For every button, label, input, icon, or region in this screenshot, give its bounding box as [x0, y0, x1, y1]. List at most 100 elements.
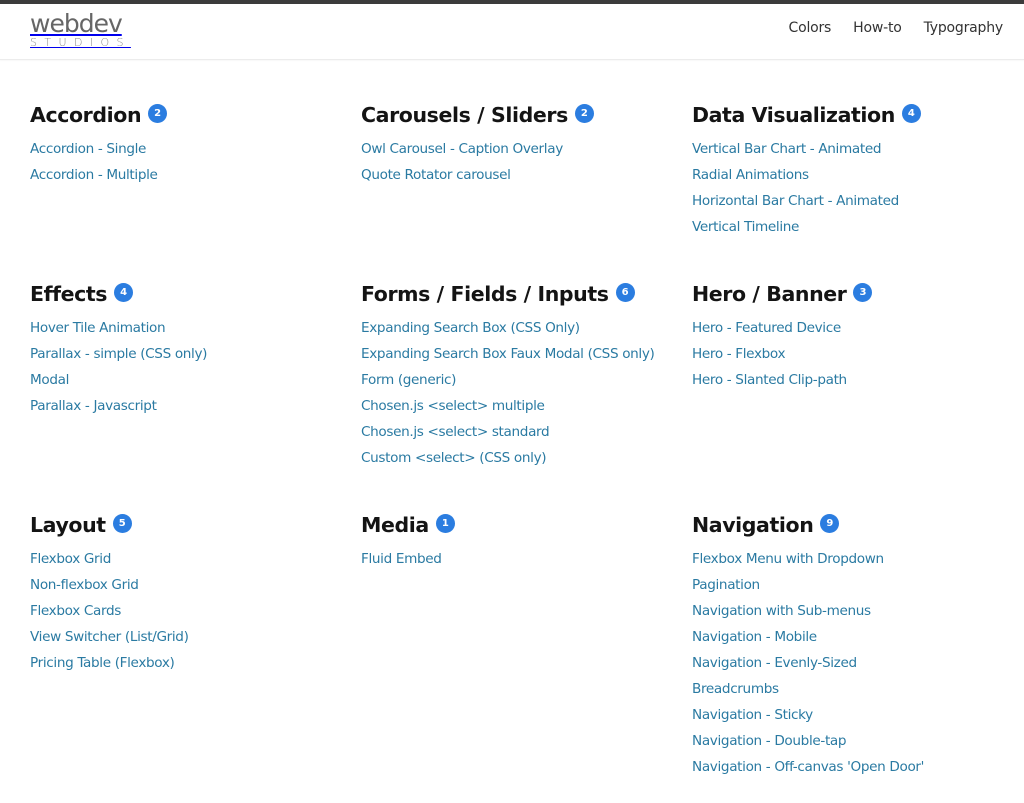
section-header: Media 1 [361, 508, 692, 542]
section-title: Media [361, 513, 429, 537]
component-link[interactable]: Non-flexbox Grid [30, 577, 139, 593]
component-link[interactable]: Pricing Table (Flexbox) [30, 655, 175, 671]
list-item: Form (generic) [361, 366, 692, 392]
list-item: Quote Rotator carousel [361, 161, 692, 187]
count-badge: 4 [901, 103, 921, 123]
section-header: Forms / Fields / Inputs 6 [361, 277, 692, 311]
component-link[interactable]: Custom <select> (CSS only) [361, 450, 547, 466]
component-link[interactable]: Hero - Flexbox [692, 346, 786, 362]
component-link[interactable]: Owl Carousel - Caption Overlay [361, 141, 563, 157]
component-link[interactable]: Hero - Slanted Clip-path [692, 372, 847, 388]
list-item: Horizontal Bar Chart - Animated [692, 187, 1010, 213]
component-link[interactable]: Accordion - Multiple [30, 167, 158, 183]
component-link[interactable]: Breadcrumbs [692, 681, 779, 697]
link-list: Owl Carousel - Caption Overlay Quote Rota… [361, 135, 692, 187]
list-item: Parallax - simple (CSS only) [30, 340, 361, 366]
section-title: Data Visualization [692, 103, 895, 127]
count-badge: 9 [820, 513, 840, 533]
list-item: Accordion - Single [30, 135, 361, 161]
component-link[interactable]: Form (generic) [361, 372, 456, 388]
component-link[interactable]: Flexbox Menu with Dropdown [692, 551, 884, 567]
component-link[interactable]: Chosen.js <select> multiple [361, 398, 545, 414]
list-item: Vertical Timeline [692, 213, 1010, 239]
link-list: Hero - Featured Device Hero - Flexbox Hero… [692, 314, 1010, 392]
component-link[interactable]: Navigation - Sticky [692, 707, 813, 723]
list-item: Hero - Featured Device [692, 314, 1010, 340]
section-header: Carousels / Sliders 2 [361, 98, 692, 132]
section-title: Effects [30, 282, 108, 306]
nav-link-colors[interactable]: Colors [789, 20, 832, 36]
list-item: Chosen.js <select> multiple [361, 392, 692, 418]
list-item: Breadcrumbs [692, 675, 1010, 701]
section-layout: Layout 5 Flexbox Grid Non-flexbox Grid Flexb… [30, 508, 361, 779]
component-link[interactable]: Flexbox Grid [30, 551, 111, 567]
component-link[interactable]: Parallax - Javascript [30, 398, 157, 414]
section-header: Effects 4 [30, 277, 361, 311]
list-item: Navigation - Evenly-Sized [692, 649, 1010, 675]
list-item: Expanding Search Box (CSS Only) [361, 314, 692, 340]
component-link[interactable]: Expanding Search Box Faux Modal (CSS onl… [361, 346, 655, 362]
component-link[interactable]: Parallax - simple (CSS only) [30, 346, 207, 362]
count-badge: 3 [853, 282, 873, 302]
count-badge: 6 [615, 282, 635, 302]
component-link[interactable]: Accordion - Single [30, 141, 146, 157]
list-item: View Switcher (List/Grid) [30, 623, 361, 649]
section-header: Accordion 2 [30, 98, 361, 132]
list-item: Non-flexbox Grid [30, 571, 361, 597]
list-item: Hero - Slanted Clip-path [692, 366, 1010, 392]
section-carousels-sliders: Carousels / Sliders 2 Owl Carousel - Capti… [361, 98, 692, 277]
component-link[interactable]: Navigation - Mobile [692, 629, 817, 645]
list-item: Chosen.js <select> standard [361, 418, 692, 444]
nav-link-how-to[interactable]: How-to [853, 20, 902, 36]
component-link[interactable]: Navigation - Double-tap [692, 733, 847, 749]
component-link[interactable]: Hover Tile Animation [30, 320, 166, 336]
component-link[interactable]: Navigation - Off-canvas 'Open Door' [692, 759, 924, 775]
link-list: Flexbox Menu with Dropdown Pagination Navi… [692, 545, 1010, 779]
list-item: Flexbox Menu with Dropdown [692, 545, 1010, 571]
component-link[interactable]: Expanding Search Box (CSS Only) [361, 320, 580, 336]
list-item: Parallax - Javascript [30, 392, 361, 418]
component-link[interactable]: Vertical Bar Chart - Animated [692, 141, 881, 157]
list-item: Accordion - Multiple [30, 161, 361, 187]
section-header: Hero / Banner 3 [692, 277, 1010, 311]
component-link[interactable]: Chosen.js <select> standard [361, 424, 550, 440]
count-badge: 5 [112, 513, 132, 533]
component-link[interactable]: Radial Animations [692, 167, 809, 183]
component-link[interactable]: Navigation with Sub-menus [692, 603, 871, 619]
section-effects: Effects 4 Hover Tile Animation Parallax - s… [30, 277, 361, 508]
list-item: Hero - Flexbox [692, 340, 1010, 366]
component-link[interactable]: Fluid Embed [361, 551, 442, 567]
section-title: Hero / Banner [692, 282, 847, 306]
link-list: Hover Tile Animation Parallax - simple (C… [30, 314, 361, 418]
primary-nav: Colors How-to Typography [789, 20, 1004, 36]
count-badge: 4 [114, 282, 134, 302]
section-title: Layout [30, 513, 106, 537]
list-item: Custom <select> (CSS only) [361, 444, 692, 470]
site-header: webdev STUDIOS Colors How-to Typography [0, 4, 1024, 60]
component-link[interactable]: Vertical Timeline [692, 219, 799, 235]
component-link[interactable]: Flexbox Cards [30, 603, 121, 619]
section-title: Carousels / Sliders [361, 103, 568, 127]
section-forms-fields-inputs: Forms / Fields / Inputs 6 Expanding Search… [361, 277, 692, 508]
section-hero-banner: Hero / Banner 3 Hero - Featured Device Hero… [692, 277, 1010, 508]
count-badge: 2 [574, 103, 594, 123]
component-link[interactable]: Modal [30, 372, 69, 388]
logo-wordmark: webdev [30, 9, 123, 38]
site-logo[interactable]: webdev STUDIOS [30, 10, 140, 56]
section-title: Navigation [692, 513, 814, 537]
component-link[interactable]: Quote Rotator carousel [361, 167, 511, 183]
section-accordion: Accordion 2 Accordion - Single Accordion - … [30, 98, 361, 277]
list-item: Flexbox Grid [30, 545, 361, 571]
list-item: Fluid Embed [361, 545, 692, 571]
link-list: Vertical Bar Chart - Animated Radial Anim… [692, 135, 1010, 239]
list-item: Navigation with Sub-menus [692, 597, 1010, 623]
component-link[interactable]: View Switcher (List/Grid) [30, 629, 189, 645]
section-header: Layout 5 [30, 508, 361, 542]
list-item: Pricing Table (Flexbox) [30, 649, 361, 675]
component-link[interactable]: Hero - Featured Device [692, 320, 841, 336]
list-item: Pagination [692, 571, 1010, 597]
nav-link-typography[interactable]: Typography [924, 20, 1004, 36]
component-link[interactable]: Pagination [692, 577, 760, 593]
component-link[interactable]: Horizontal Bar Chart - Animated [692, 193, 899, 209]
component-link[interactable]: Navigation - Evenly-Sized [692, 655, 857, 671]
